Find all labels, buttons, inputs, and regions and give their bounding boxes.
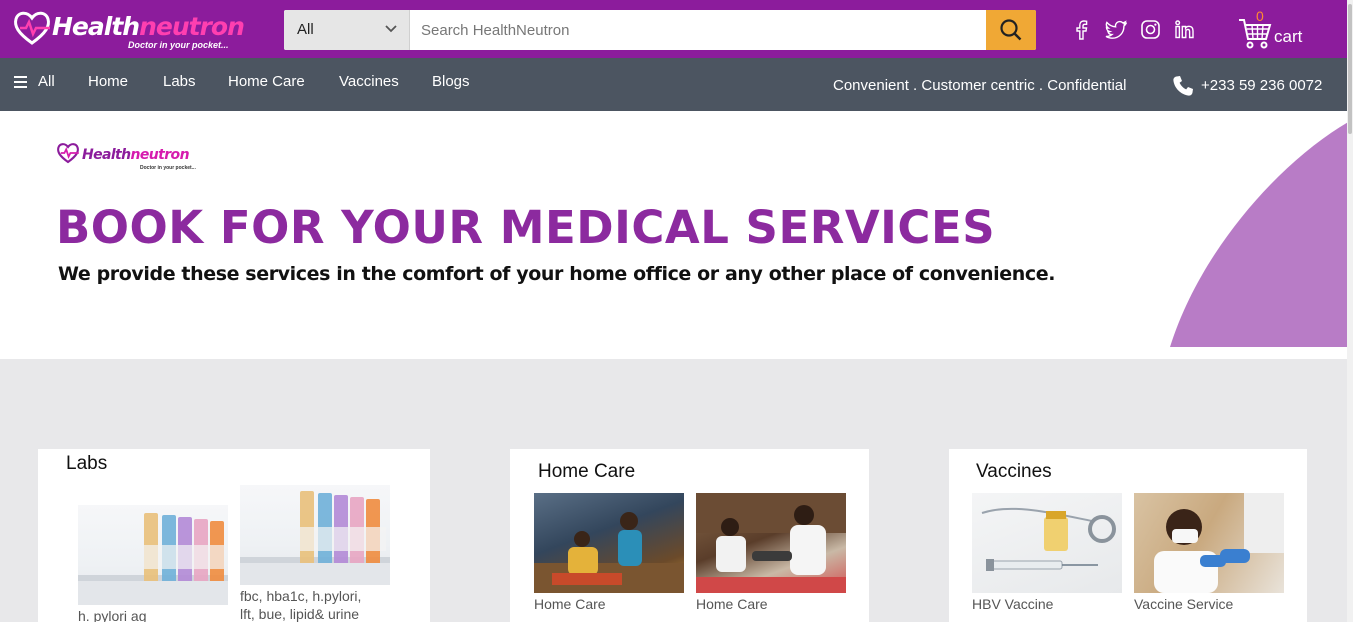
search-category-select[interactable]: All xyxy=(284,10,410,50)
twitter-icon xyxy=(1105,20,1127,39)
brand-wordmark: Healthneutron xyxy=(52,12,245,41)
nav-link-vaccines[interactable]: Vaccines xyxy=(339,73,399,90)
twitter-link[interactable] xyxy=(1105,20,1127,40)
brand-logo[interactable]: Healthneutron Doctor in your pocket... xyxy=(12,6,245,54)
nav-link-home-care[interactable]: Home Care xyxy=(228,73,305,90)
search-icon xyxy=(1000,19,1022,41)
vaccines-card: Vaccines HBV Vaccine Vaccine Service xyxy=(949,449,1307,622)
search-category-label: All xyxy=(297,21,314,38)
search-input[interactable] xyxy=(410,10,986,50)
hero-brand-tagline: Doctor in your pocket... xyxy=(140,165,196,171)
nav-link-home[interactable]: Home xyxy=(88,73,128,90)
service-tagline: Convenient . Customer centric . Confiden… xyxy=(833,77,1127,94)
lab-item-caption[interactable]: h. pylori ag xyxy=(78,607,146,622)
lab-test-image[interactable] xyxy=(78,505,228,605)
home-care-caption[interactable]: Home Care xyxy=(534,595,606,613)
scrollbar-thumb[interactable] xyxy=(1348,4,1352,134)
linkedin-link[interactable] xyxy=(1175,20,1194,39)
home-care-caption[interactable]: Home Care xyxy=(696,595,768,613)
vaccine-image[interactable] xyxy=(972,493,1122,593)
test-tubes-image xyxy=(240,491,390,585)
nav-link-labs[interactable]: Labs xyxy=(163,73,196,90)
facebook-link[interactable] xyxy=(1074,20,1088,40)
card-title-vaccines: Vaccines xyxy=(976,461,1052,482)
page-scrollbar[interactable] xyxy=(1347,0,1353,622)
shopping-cart-icon xyxy=(1239,19,1272,49)
vaccine-image[interactable] xyxy=(1134,493,1284,593)
hero-brand-wordmark: Healthneutron xyxy=(82,147,190,163)
cart-button[interactable]: 0 cart xyxy=(1238,8,1318,52)
hero-title: BOOK FOR YOUR MEDICAL SERVICES xyxy=(56,201,996,254)
decorative-purple-arc xyxy=(1170,122,1347,347)
blood-pressure-check-image xyxy=(696,493,846,593)
lab-item-caption[interactable]: fbc, hba1c, h.pylori, lft, bue, lipid& u… xyxy=(240,587,361,622)
vaccine-vial-syringe-image xyxy=(981,507,1116,571)
home-care-card: Home Care Home Care Home Care xyxy=(510,449,869,622)
lab-test-image[interactable] xyxy=(240,485,390,585)
home-care-image[interactable] xyxy=(696,493,846,593)
search-button[interactable] xyxy=(986,10,1036,50)
heart-stethoscope-icon xyxy=(57,143,79,164)
test-tubes-image xyxy=(78,513,228,605)
search-bar: All xyxy=(284,10,1036,50)
hero-subtitle: We provide these services in the comfort… xyxy=(58,263,1056,285)
nav-link-blogs[interactable]: Blogs xyxy=(432,73,470,90)
linkedin-icon xyxy=(1175,20,1194,39)
cart-label: cart xyxy=(1274,27,1303,46)
vaccine-caption[interactable]: HBV Vaccine xyxy=(972,595,1053,613)
instagram-icon xyxy=(1141,20,1160,39)
brand-tagline: Doctor in your pocket... xyxy=(128,40,229,50)
card-title-labs: Labs xyxy=(66,453,108,474)
home-care-image[interactable] xyxy=(534,493,684,593)
top-header: Healthneutron Doctor in your pocket... A… xyxy=(0,0,1347,58)
hero-banner: Healthneutron Doctor in your pocket... B… xyxy=(0,111,1347,359)
facebook-icon xyxy=(1076,20,1088,40)
card-title-home-care: Home Care xyxy=(538,461,636,482)
chevron-down-icon xyxy=(385,25,397,33)
labs-card: Labs h. pylori ag fbc, hba1c, h.pylori, … xyxy=(38,449,430,622)
nurse-visit-image xyxy=(534,512,684,593)
all-menu-label: All xyxy=(38,73,55,90)
main-nav: All Home Labs Home Care Vaccines Blogs C… xyxy=(0,58,1347,111)
phone-icon xyxy=(1173,76,1193,96)
instagram-link[interactable] xyxy=(1141,20,1160,39)
heart-stethoscope-icon xyxy=(14,11,50,45)
vaccine-caption[interactable]: Vaccine Service xyxy=(1134,595,1233,613)
hamburger-menu-icon xyxy=(14,76,27,88)
phone-number: +233 59 236 0072 xyxy=(1201,77,1323,94)
vaccination-girl-image xyxy=(1154,493,1284,593)
hero-brand-logo: Healthneutron Doctor in your pocket... xyxy=(56,141,216,173)
